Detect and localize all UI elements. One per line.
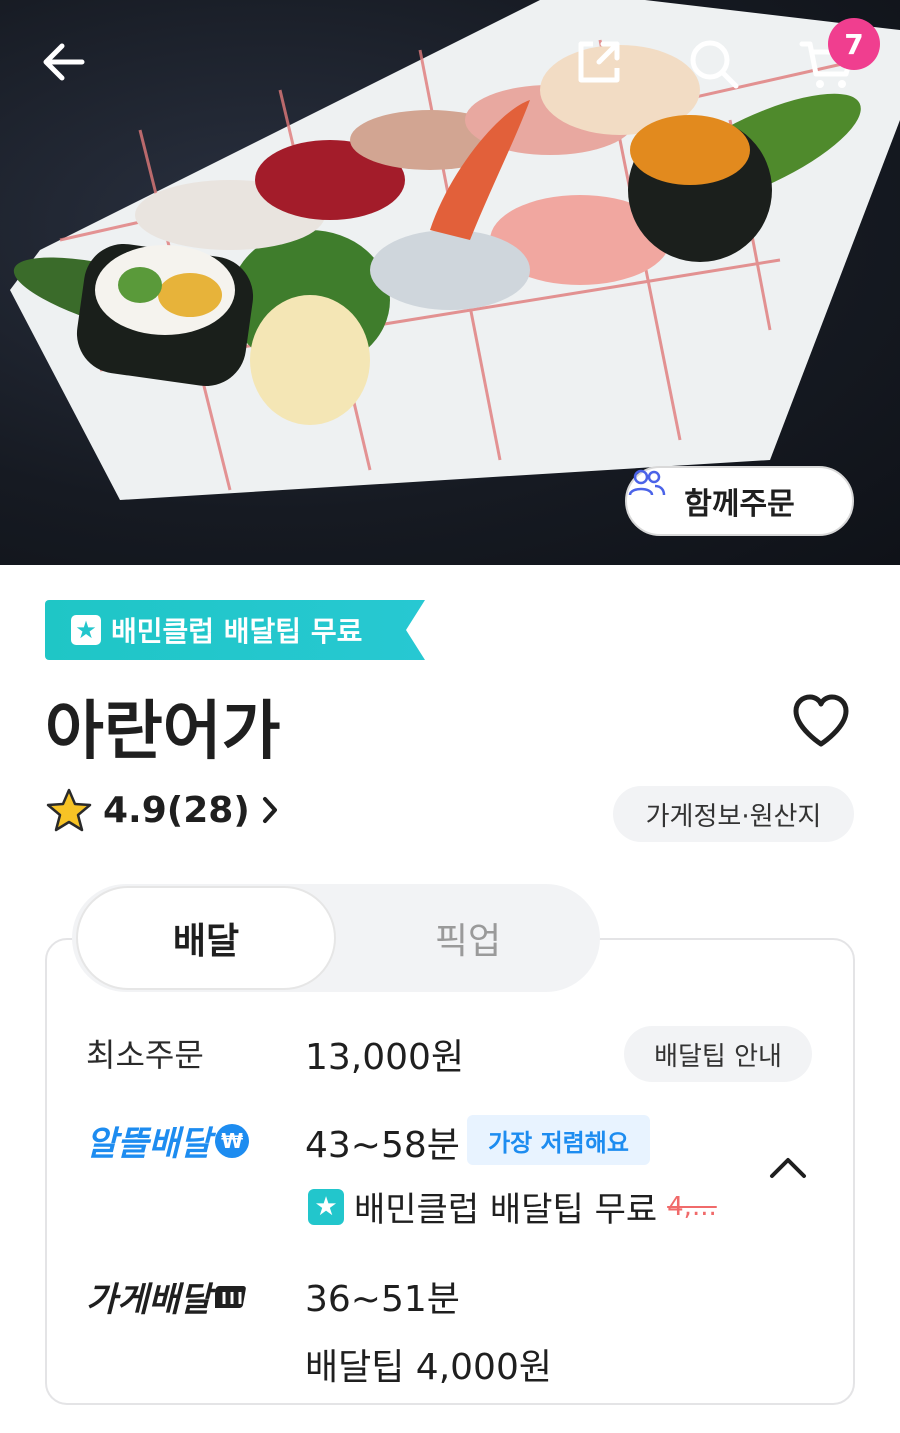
star-icon [46, 788, 92, 832]
won-icon: ₩ [215, 1123, 250, 1158]
store-delivery-time: 36~51분 [305, 1279, 460, 1320]
original-fee-strikethrough: 4,... [667, 1191, 717, 1222]
store-delivery-fee: 배달팁 4,000원 [305, 1347, 552, 1388]
order-type-tabs: 배달 픽업 [72, 884, 600, 992]
rating-value: 4.9(28) [103, 789, 250, 831]
club-star-icon: ★ [308, 1188, 344, 1225]
cheapest-badge: 가장 저렴해요 [467, 1115, 650, 1165]
people-icon [628, 469, 666, 496]
tab-pickup[interactable]: 픽업 [336, 884, 600, 992]
saver-delivery-text: 알뜰배달 [86, 1124, 212, 1164]
club-star-icon: ★ [71, 615, 101, 645]
cart-count-badge: 7 [828, 18, 880, 70]
store-delivery-text: 가게배달 [86, 1280, 212, 1320]
tip-guide-button[interactable]: 배달팁 안내 [624, 1026, 812, 1082]
saver-delivery-label: 알뜰배달 ₩ [86, 1116, 250, 1165]
min-order-label: 최소주문 [86, 1036, 204, 1074]
group-order-label: 함께주문 [684, 487, 795, 522]
chevron-up-icon[interactable] [766, 1152, 810, 1182]
saver-delivery-time: 43~58분 [305, 1125, 460, 1166]
min-order-value: 13,000원 [305, 1037, 465, 1078]
club-tag-label: 배민클럽 배달팁 무료 [111, 615, 363, 648]
search-icon[interactable] [686, 36, 750, 100]
saver-club-text: 배민클럽 배달팁 무료 [354, 1190, 658, 1230]
store-name: 아란어가 [45, 695, 281, 769]
back-arrow-icon[interactable] [38, 36, 102, 100]
share-icon[interactable] [573, 36, 637, 100]
group-order-button[interactable]: 함께주문 [625, 466, 854, 536]
favorite-heart-icon[interactable] [790, 692, 852, 750]
store-delivery-label: 가게배달 [86, 1272, 249, 1321]
store-delivery-icon [215, 1285, 246, 1308]
store-info-button[interactable]: 가게정보·원산지 [613, 786, 854, 842]
rating-link[interactable]: 4.9(28) [45, 787, 280, 833]
saver-club-line: ★ 배민클럽 배달팁 무료 4,... [308, 1182, 717, 1231]
chevron-right-icon [262, 797, 277, 823]
delivery-info-card [45, 938, 855, 1405]
store-hero-image: 7 함께주문 [0, 0, 900, 565]
baemin-club-tag: ★ 배민클럽 배달팁 무료 [45, 600, 425, 660]
tab-delivery[interactable]: 배달 [76, 886, 336, 990]
